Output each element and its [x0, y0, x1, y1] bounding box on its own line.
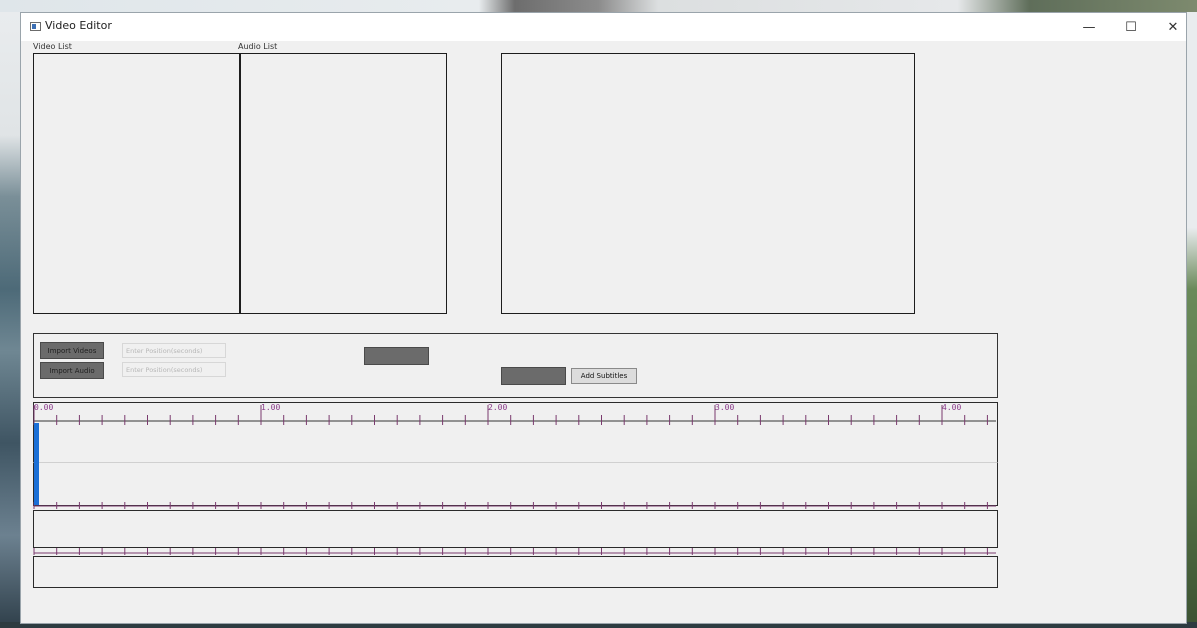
control-panel: Import Videos Import Audio Enter Positio… [33, 333, 998, 398]
subtitle-input[interactable] [501, 367, 566, 385]
time-label-2: 2.00 [488, 403, 508, 412]
video-position-input[interactable]: Enter Position(seconds) [122, 343, 226, 358]
video-list-label: Video List [33, 42, 72, 51]
video-editor-window: Video Editor — ☐ ✕ Video List Audio List… [20, 12, 1187, 624]
close-button[interactable]: ✕ [1150, 13, 1196, 41]
audio-list-label: Audio List [238, 42, 278, 51]
playhead[interactable] [34, 423, 39, 505]
desktop-background-top [0, 0, 1197, 12]
subtitle-track[interactable] [33, 510, 998, 548]
time-label-0: 0.00 [34, 403, 54, 412]
audio-position-input[interactable]: Enter Position(seconds) [122, 362, 226, 377]
title-bar[interactable]: Video Editor — ☐ ✕ [21, 13, 1186, 41]
import-audio-button[interactable]: Import Audio [40, 362, 104, 379]
minimize-button[interactable]: — [1066, 13, 1112, 41]
time-label-1: 1.00 [261, 403, 281, 412]
desktop-background-right [1187, 12, 1197, 628]
video-preview [501, 53, 915, 314]
add-subtitles-button[interactable]: Add Subtitles [571, 368, 637, 384]
video-track[interactable] [33, 421, 998, 463]
audio-list[interactable] [239, 53, 447, 314]
unlabeled-button[interactable] [364, 347, 429, 365]
time-label-4: 4.00 [942, 403, 962, 412]
maximize-button[interactable]: ☐ [1108, 13, 1154, 41]
timeline-ruler[interactable]: 0.00 1.00 2.00 3.00 4.00 [33, 402, 998, 423]
extra-track[interactable] [33, 556, 998, 588]
window-title: Video Editor [45, 19, 112, 32]
audio-track[interactable] [33, 463, 998, 506]
video-list[interactable] [33, 53, 240, 314]
app-icon [30, 22, 41, 31]
desktop-background-left [0, 12, 20, 628]
time-label-3: 3.00 [715, 403, 735, 412]
import-videos-button[interactable]: Import Videos [40, 342, 104, 359]
